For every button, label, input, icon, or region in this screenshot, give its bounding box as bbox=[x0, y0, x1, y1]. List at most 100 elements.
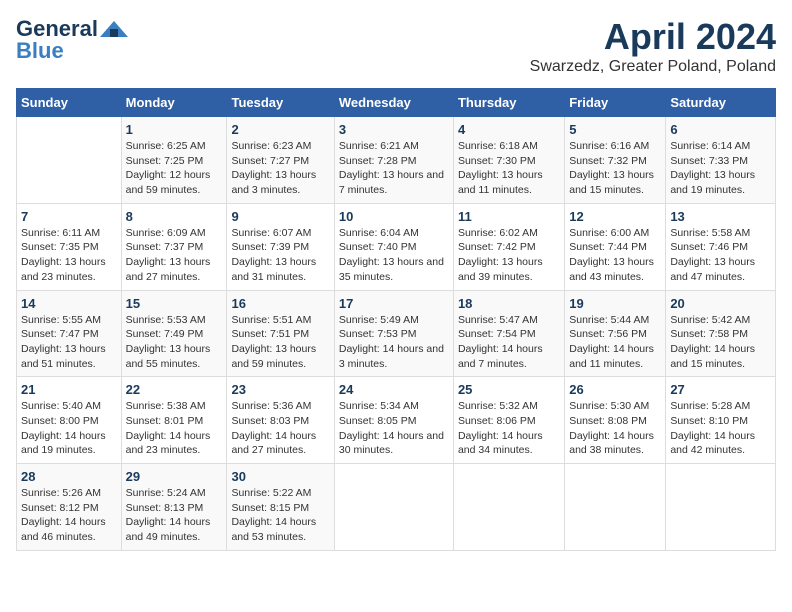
calendar-week-2: 7 Sunrise: 6:11 AMSunset: 7:35 PMDayligh… bbox=[17, 203, 776, 290]
day-info: Sunrise: 6:00 AMSunset: 7:44 PMDaylight:… bbox=[569, 226, 661, 285]
day-number: 19 bbox=[569, 296, 661, 311]
day-header-saturday: Saturday bbox=[666, 89, 776, 117]
calendar-cell: 4 Sunrise: 6:18 AMSunset: 7:30 PMDayligh… bbox=[453, 117, 564, 204]
calendar-cell: 26 Sunrise: 5:30 AMSunset: 8:08 PMDaylig… bbox=[565, 377, 666, 464]
day-info: Sunrise: 5:36 AMSunset: 8:03 PMDaylight:… bbox=[231, 399, 329, 458]
location-title: Swarzedz, Greater Poland, Poland bbox=[530, 58, 776, 76]
calendar-cell: 3 Sunrise: 6:21 AMSunset: 7:28 PMDayligh… bbox=[334, 117, 453, 204]
day-header-monday: Monday bbox=[121, 89, 227, 117]
day-number: 13 bbox=[670, 209, 771, 224]
day-info: Sunrise: 5:26 AMSunset: 8:12 PMDaylight:… bbox=[21, 486, 117, 545]
day-number: 30 bbox=[231, 469, 329, 484]
day-info: Sunrise: 5:38 AMSunset: 8:01 PMDaylight:… bbox=[126, 399, 223, 458]
title-area: April 2024 Swarzedz, Greater Poland, Pol… bbox=[530, 16, 776, 76]
calendar-cell: 10 Sunrise: 6:04 AMSunset: 7:40 PMDaylig… bbox=[334, 203, 453, 290]
day-info: Sunrise: 5:34 AMSunset: 8:05 PMDaylight:… bbox=[339, 399, 449, 458]
calendar-cell: 5 Sunrise: 6:16 AMSunset: 7:32 PMDayligh… bbox=[565, 117, 666, 204]
day-header-sunday: Sunday bbox=[17, 89, 122, 117]
day-number: 10 bbox=[339, 209, 449, 224]
calendar-cell: 8 Sunrise: 6:09 AMSunset: 7:37 PMDayligh… bbox=[121, 203, 227, 290]
calendar-cell: 13 Sunrise: 5:58 AMSunset: 7:46 PMDaylig… bbox=[666, 203, 776, 290]
day-number: 14 bbox=[21, 296, 117, 311]
day-info: Sunrise: 6:21 AMSunset: 7:28 PMDaylight:… bbox=[339, 139, 449, 198]
day-info: Sunrise: 5:47 AMSunset: 7:54 PMDaylight:… bbox=[458, 313, 560, 372]
calendar-cell: 11 Sunrise: 6:02 AMSunset: 7:42 PMDaylig… bbox=[453, 203, 564, 290]
calendar-cell bbox=[453, 464, 564, 551]
calendar-week-3: 14 Sunrise: 5:55 AMSunset: 7:47 PMDaylig… bbox=[17, 290, 776, 377]
calendar-cell: 29 Sunrise: 5:24 AMSunset: 8:13 PMDaylig… bbox=[121, 464, 227, 551]
calendar-cell: 22 Sunrise: 5:38 AMSunset: 8:01 PMDaylig… bbox=[121, 377, 227, 464]
day-info: Sunrise: 6:18 AMSunset: 7:30 PMDaylight:… bbox=[458, 139, 560, 198]
day-info: Sunrise: 5:24 AMSunset: 8:13 PMDaylight:… bbox=[126, 486, 223, 545]
day-number: 9 bbox=[231, 209, 329, 224]
day-info: Sunrise: 5:44 AMSunset: 7:56 PMDaylight:… bbox=[569, 313, 661, 372]
day-info: Sunrise: 6:02 AMSunset: 7:42 PMDaylight:… bbox=[458, 226, 560, 285]
day-info: Sunrise: 5:58 AMSunset: 7:46 PMDaylight:… bbox=[670, 226, 771, 285]
day-number: 2 bbox=[231, 122, 329, 137]
day-header-tuesday: Tuesday bbox=[227, 89, 334, 117]
calendar-cell bbox=[666, 464, 776, 551]
calendar-cell: 9 Sunrise: 6:07 AMSunset: 7:39 PMDayligh… bbox=[227, 203, 334, 290]
calendar-cell: 28 Sunrise: 5:26 AMSunset: 8:12 PMDaylig… bbox=[17, 464, 122, 551]
calendar-cell: 25 Sunrise: 5:32 AMSunset: 8:06 PMDaylig… bbox=[453, 377, 564, 464]
day-number: 17 bbox=[339, 296, 449, 311]
day-info: Sunrise: 6:25 AMSunset: 7:25 PMDaylight:… bbox=[126, 139, 223, 198]
calendar-cell: 2 Sunrise: 6:23 AMSunset: 7:27 PMDayligh… bbox=[227, 117, 334, 204]
day-header-thursday: Thursday bbox=[453, 89, 564, 117]
day-info: Sunrise: 5:22 AMSunset: 8:15 PMDaylight:… bbox=[231, 486, 329, 545]
calendar-cell: 24 Sunrise: 5:34 AMSunset: 8:05 PMDaylig… bbox=[334, 377, 453, 464]
logo: General Blue bbox=[16, 16, 128, 64]
day-number: 25 bbox=[458, 382, 560, 397]
day-info: Sunrise: 5:30 AMSunset: 8:08 PMDaylight:… bbox=[569, 399, 661, 458]
day-number: 5 bbox=[569, 122, 661, 137]
calendar-week-4: 21 Sunrise: 5:40 AMSunset: 8:00 PMDaylig… bbox=[17, 377, 776, 464]
calendar-cell: 20 Sunrise: 5:42 AMSunset: 7:58 PMDaylig… bbox=[666, 290, 776, 377]
day-info: Sunrise: 6:23 AMSunset: 7:27 PMDaylight:… bbox=[231, 139, 329, 198]
calendar-cell: 18 Sunrise: 5:47 AMSunset: 7:54 PMDaylig… bbox=[453, 290, 564, 377]
day-number: 23 bbox=[231, 382, 329, 397]
day-info: Sunrise: 6:16 AMSunset: 7:32 PMDaylight:… bbox=[569, 139, 661, 198]
day-number: 24 bbox=[339, 382, 449, 397]
day-info: Sunrise: 5:49 AMSunset: 7:53 PMDaylight:… bbox=[339, 313, 449, 372]
day-header-friday: Friday bbox=[565, 89, 666, 117]
day-number: 22 bbox=[126, 382, 223, 397]
calendar-cell: 15 Sunrise: 5:53 AMSunset: 7:49 PMDaylig… bbox=[121, 290, 227, 377]
calendar-week-1: 1 Sunrise: 6:25 AMSunset: 7:25 PMDayligh… bbox=[17, 117, 776, 204]
calendar-week-5: 28 Sunrise: 5:26 AMSunset: 8:12 PMDaylig… bbox=[17, 464, 776, 551]
calendar-cell: 12 Sunrise: 6:00 AMSunset: 7:44 PMDaylig… bbox=[565, 203, 666, 290]
day-info: Sunrise: 5:28 AMSunset: 8:10 PMDaylight:… bbox=[670, 399, 771, 458]
day-number: 8 bbox=[126, 209, 223, 224]
day-info: Sunrise: 5:42 AMSunset: 7:58 PMDaylight:… bbox=[670, 313, 771, 372]
day-number: 15 bbox=[126, 296, 223, 311]
day-number: 16 bbox=[231, 296, 329, 311]
logo-blue: Blue bbox=[16, 38, 64, 64]
day-number: 18 bbox=[458, 296, 560, 311]
day-number: 28 bbox=[21, 469, 117, 484]
day-number: 3 bbox=[339, 122, 449, 137]
calendar-cell: 6 Sunrise: 6:14 AMSunset: 7:33 PMDayligh… bbox=[666, 117, 776, 204]
day-number: 21 bbox=[21, 382, 117, 397]
calendar-body: 1 Sunrise: 6:25 AMSunset: 7:25 PMDayligh… bbox=[17, 117, 776, 551]
day-number: 20 bbox=[670, 296, 771, 311]
calendar-cell: 27 Sunrise: 5:28 AMSunset: 8:10 PMDaylig… bbox=[666, 377, 776, 464]
day-info: Sunrise: 5:53 AMSunset: 7:49 PMDaylight:… bbox=[126, 313, 223, 372]
calendar-cell bbox=[17, 117, 122, 204]
calendar-cell: 1 Sunrise: 6:25 AMSunset: 7:25 PMDayligh… bbox=[121, 117, 227, 204]
day-info: Sunrise: 5:40 AMSunset: 8:00 PMDaylight:… bbox=[21, 399, 117, 458]
month-title: April 2024 bbox=[530, 16, 776, 58]
day-info: Sunrise: 6:11 AMSunset: 7:35 PMDaylight:… bbox=[21, 226, 117, 285]
day-number: 4 bbox=[458, 122, 560, 137]
calendar-cell: 23 Sunrise: 5:36 AMSunset: 8:03 PMDaylig… bbox=[227, 377, 334, 464]
calendar-cell: 21 Sunrise: 5:40 AMSunset: 8:00 PMDaylig… bbox=[17, 377, 122, 464]
calendar-cell: 7 Sunrise: 6:11 AMSunset: 7:35 PMDayligh… bbox=[17, 203, 122, 290]
calendar-cell bbox=[565, 464, 666, 551]
day-number: 1 bbox=[126, 122, 223, 137]
day-number: 7 bbox=[21, 209, 117, 224]
calendar-table: SundayMondayTuesdayWednesdayThursdayFrid… bbox=[16, 88, 776, 551]
header: General Blue April 2024 Swarzedz, Greate… bbox=[16, 16, 776, 76]
day-number: 29 bbox=[126, 469, 223, 484]
calendar-cell: 16 Sunrise: 5:51 AMSunset: 7:51 PMDaylig… bbox=[227, 290, 334, 377]
day-number: 12 bbox=[569, 209, 661, 224]
day-info: Sunrise: 5:51 AMSunset: 7:51 PMDaylight:… bbox=[231, 313, 329, 372]
day-info: Sunrise: 6:09 AMSunset: 7:37 PMDaylight:… bbox=[126, 226, 223, 285]
